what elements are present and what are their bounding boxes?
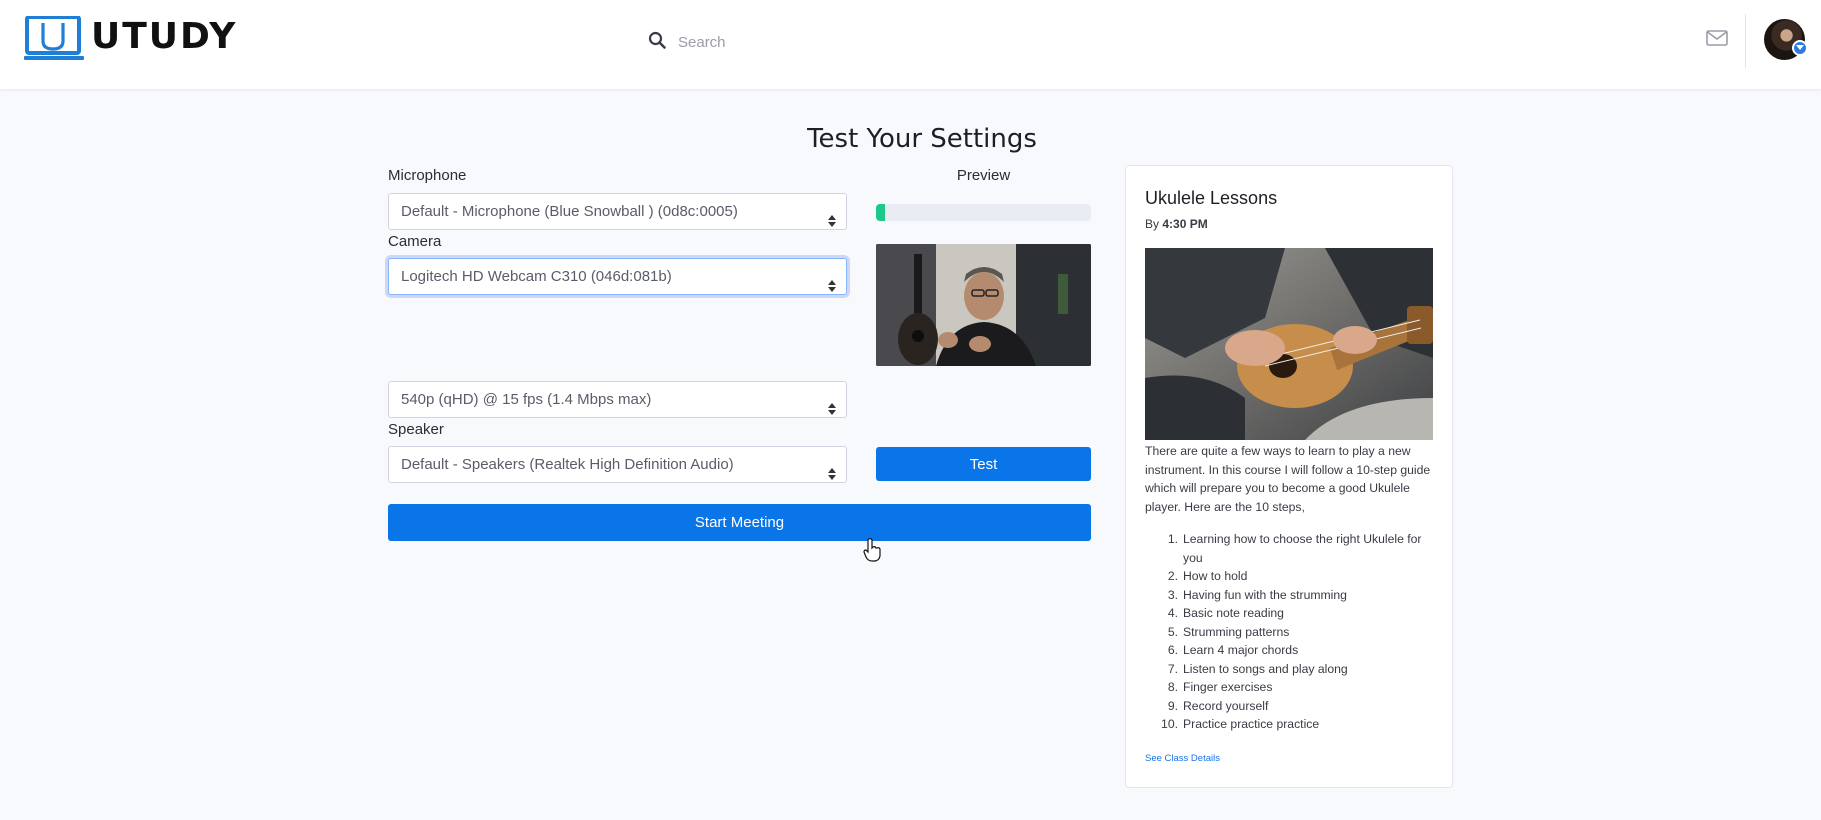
list-item-number: 9. <box>1167 698 1178 713</box>
list-item: 8. Finger exercises <box>1145 678 1435 697</box>
list-item-number: 3. <box>1167 587 1178 602</box>
camera-select[interactable]: Logitech HD Webcam C310 (046d:081b) <box>388 258 847 295</box>
select-caret-icon <box>828 458 836 493</box>
see-class-details-link[interactable]: See Class Details <box>1145 753 1220 764</box>
course-time-value: 4:30 PM <box>1162 217 1208 231</box>
course-steps-list: 1. Learning how to choose the right Ukule… <box>1145 530 1435 734</box>
top-navbar: UTUDY <box>0 0 1821 89</box>
laptop-logo-icon <box>24 15 84 60</box>
course-title: Ukulele Lessons <box>1145 188 1278 208</box>
list-item-text: How to hold <box>1183 569 1248 583</box>
topbar-divider <box>1745 14 1746 68</box>
mail-icon[interactable] <box>1706 30 1728 51</box>
chevron-down-icon[interactable] <box>1792 40 1808 56</box>
avatar[interactable] <box>1764 19 1808 60</box>
list-item-number: 8. <box>1167 680 1178 694</box>
camera-preview-video <box>876 244 1091 366</box>
list-item: 1. Learning how to choose the right Ukule… <box>1145 530 1435 567</box>
start-meeting-button[interactable]: Start Meeting <box>388 504 1091 541</box>
course-card: Ukulele Lessons By 4:30 PM There are qui… <box>1125 165 1453 788</box>
list-item-text: Learn 4 major chords <box>1183 643 1299 657</box>
list-item: 6. Learn 4 major chords <box>1145 641 1435 660</box>
list-item-number: 2. <box>1167 569 1178 583</box>
resolution-select[interactable]: 540p (qHD) @ 15 fps (1.4 Mbps max) <box>388 381 847 418</box>
list-item: 10. Practice practice practice <box>1145 715 1435 734</box>
list-item: 7. Listen to songs and play along <box>1145 660 1435 679</box>
resolution-select-value: 540p (qHD) @ 15 fps (1.4 Mbps max) <box>401 391 652 408</box>
list-item-text: Record yourself <box>1183 698 1269 713</box>
search-bar <box>648 28 1078 56</box>
microphone-select-value: Default - Microphone (Blue Snowball ) (0… <box>401 203 738 220</box>
speaker-select[interactable]: Default - Speakers (Realtek High Definit… <box>388 446 847 483</box>
microphone-select[interactable]: Default - Microphone (Blue Snowball ) (0… <box>388 193 847 230</box>
list-item: 4. Basic note reading <box>1145 604 1435 623</box>
list-item-number: 10. <box>1161 717 1178 731</box>
hand-cursor-icon <box>863 538 883 567</box>
test-button[interactable]: Test <box>876 447 1091 481</box>
camera-label: Camera <box>388 233 442 250</box>
list-item-text: Strumming patterns <box>1183 624 1290 639</box>
select-caret-icon <box>828 270 836 305</box>
course-image <box>1145 248 1433 440</box>
camera-select-value: Logitech HD Webcam C310 (046d:081b) <box>401 268 672 285</box>
mic-level-fill <box>876 204 885 221</box>
list-item-text: Listen to songs and play along <box>1183 661 1348 676</box>
list-item-number: 6. <box>1167 643 1178 657</box>
logo[interactable]: UTUDY <box>24 12 238 60</box>
search-input[interactable] <box>678 28 1078 56</box>
list-item-text: Learning how to choose the right Ukulele… <box>1183 532 1422 565</box>
course-by-prefix: By <box>1145 217 1160 231</box>
list-item-number: 5. <box>1167 624 1178 639</box>
speaker-select-value: Default - Speakers (Realtek High Definit… <box>401 456 734 473</box>
course-description: There are quite a few ways to learn to p… <box>1145 444 1431 514</box>
list-item-text: Practice practice practice <box>1183 717 1320 731</box>
list-item: 2. How to hold <box>1145 567 1435 586</box>
list-item: 5. Strumming patterns <box>1145 623 1435 642</box>
list-item-text: Basic note reading <box>1183 606 1284 620</box>
list-item: 9. Record yourself <box>1145 697 1435 716</box>
select-caret-icon <box>828 205 836 240</box>
select-caret-icon <box>828 393 836 428</box>
list-item-text: Finger exercises <box>1183 680 1273 694</box>
microphone-label: Microphone <box>388 167 467 184</box>
list-item-text: Having fun with the strumming <box>1183 587 1347 602</box>
list-item: 3. Having fun with the strumming <box>1145 586 1435 605</box>
mic-level-meter <box>876 204 1091 221</box>
preview-label: Preview <box>956 167 1011 184</box>
page-title: Test Your Settings <box>807 124 1037 154</box>
speaker-label: Speaker <box>388 421 444 438</box>
logo-text: UTUDY <box>91 16 238 57</box>
list-item-number: 4. <box>1167 606 1178 620</box>
course-time: By 4:30 PM <box>1145 217 1208 231</box>
list-item-number: 1. <box>1167 532 1178 546</box>
list-item-number: 7. <box>1167 661 1178 676</box>
search-icon[interactable] <box>648 31 666 54</box>
